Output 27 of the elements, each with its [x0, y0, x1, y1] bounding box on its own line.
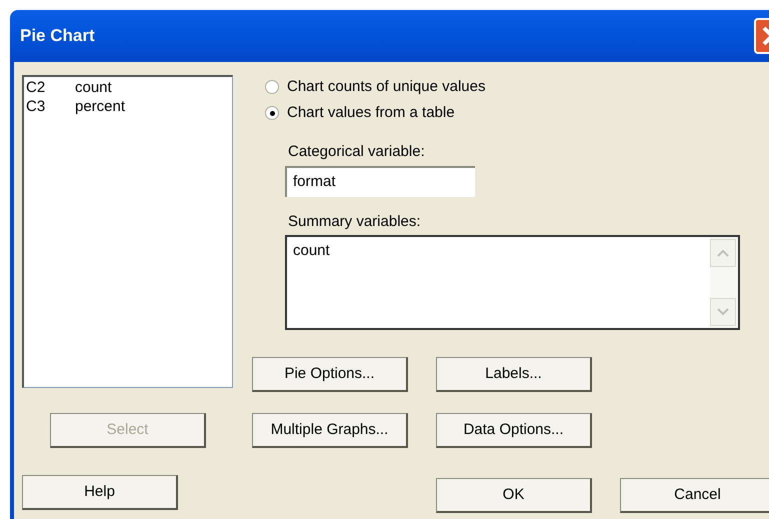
window-title: Pie Chart [20, 25, 95, 48]
column-id: C2 [26, 78, 46, 97]
cancel-button[interactable]: Cancel [620, 478, 769, 513]
option-button[interactable]: Multiple Graphs... [252, 413, 408, 448]
variable-item[interactable]: C3 percent [26, 97, 230, 116]
input-field[interactable]: format [285, 166, 475, 197]
radio-button[interactable] [265, 106, 279, 120]
help-button[interactable]: Help [22, 475, 178, 510]
radio-button[interactable] [265, 80, 279, 94]
option-button[interactable]: Labels... [436, 357, 592, 392]
field-label: Categorical variable: [288, 143, 426, 161]
scroll-down-icon [710, 298, 736, 326]
option-button[interactable]: Data Options... [436, 413, 592, 448]
variable-item[interactable]: C2 count [26, 78, 230, 97]
column-id: C3 [26, 97, 46, 116]
variable-list[interactable]: C2 count C3 percent [22, 75, 233, 388]
input-field[interactable]: count [285, 235, 740, 330]
scrollbar[interactable] [710, 237, 738, 328]
radio-option[interactable]: Chart values from a table [265, 102, 769, 124]
field-value: count [292, 241, 331, 261]
radio-option[interactable]: Chart counts of unique values [265, 76, 769, 98]
variable-name: percent [75, 97, 126, 116]
ok-button[interactable]: OK [436, 478, 592, 513]
option-button[interactable]: Pie Options... [252, 357, 408, 392]
variable-name: count [75, 78, 112, 97]
scroll-up-icon [710, 239, 736, 267]
field-label: Summary variables: [288, 213, 422, 231]
